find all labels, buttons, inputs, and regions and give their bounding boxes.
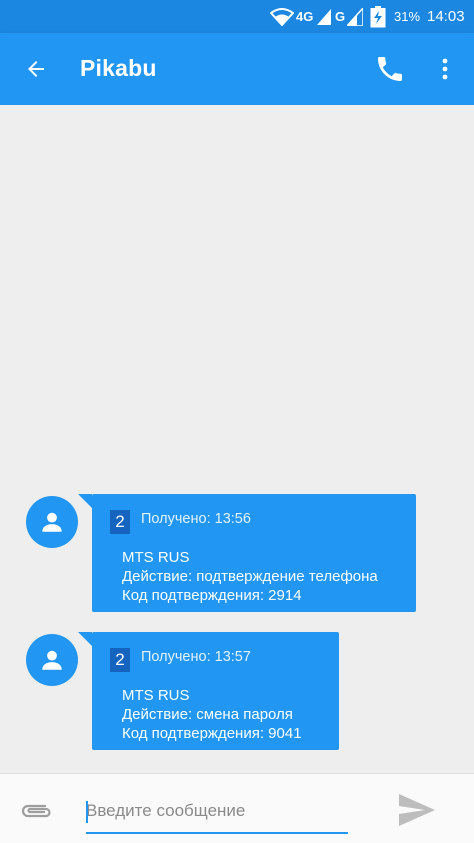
more-vert-icon — [442, 58, 448, 80]
network-type-4g: 4G — [296, 9, 314, 24]
app-bar: Pikabu — [0, 33, 474, 105]
bubble-tail — [78, 494, 92, 508]
send-icon — [399, 794, 435, 826]
message-action-line: Действие: смена пароля — [122, 706, 293, 723]
paperclip-icon — [21, 804, 51, 818]
battery-charging-icon — [370, 0, 386, 33]
message-code-line: Код подтверждения: 2914 — [122, 587, 302, 604]
status-bar: 4G G 31% 14:03 — [0, 0, 474, 33]
phone-icon — [378, 57, 402, 81]
text-cursor — [86, 801, 88, 823]
message-timestamp: Получено: 13:56 — [141, 511, 251, 527]
clock: 14:03 — [427, 8, 465, 25]
message-input[interactable] — [86, 796, 344, 826]
arrow-back-icon — [28, 61, 44, 77]
network-type-g: G — [335, 9, 346, 24]
message-code-line: Код подтверждения: 9041 — [122, 725, 302, 742]
contact-avatar[interactable] — [26, 496, 78, 548]
sim-badge: 2 — [110, 510, 130, 534]
message-sender-line: MTS RUS — [122, 549, 190, 566]
bubble-tail — [78, 632, 92, 646]
message-sender-line: MTS RUS — [122, 687, 190, 704]
call-button[interactable] — [370, 51, 410, 87]
conversation-title: Pikabu — [80, 55, 157, 81]
back-button[interactable] — [18, 51, 54, 87]
battery-percent: 31% — [394, 9, 421, 24]
send-button[interactable] — [394, 790, 440, 830]
more-options-button[interactable] — [430, 51, 460, 87]
attach-button[interactable] — [18, 796, 54, 824]
message-bubble[interactable]: 2 Получено: 13:56 MTS RUS Действие: подт… — [92, 494, 416, 612]
message-thread[interactable]: 2 Получено: 13:56 MTS RUS Действие: подт… — [0, 105, 474, 773]
sim-badge: 2 — [110, 648, 130, 672]
person-icon — [42, 512, 62, 532]
wifi-icon — [270, 0, 294, 33]
person-icon — [42, 650, 62, 670]
signal-icon-2 — [347, 0, 363, 33]
message-bubble[interactable]: 2 Получено: 13:57 MTS RUS Действие: смен… — [92, 632, 339, 750]
signal-icon — [317, 0, 331, 33]
message-timestamp: Получено: 13:57 — [141, 649, 251, 665]
message-input-wrapper[interactable] — [86, 796, 348, 834]
message-action-line: Действие: подтверждение телефона — [122, 568, 378, 585]
contact-avatar[interactable] — [26, 634, 78, 686]
message-composer — [0, 773, 474, 843]
